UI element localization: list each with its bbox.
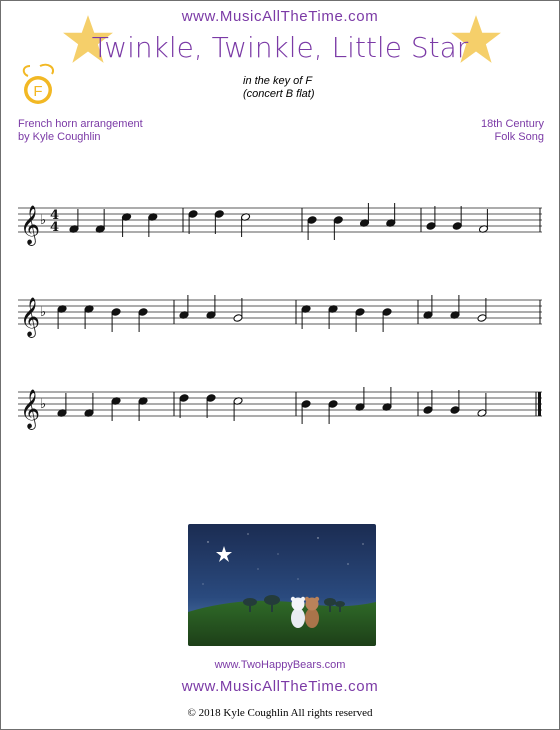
final-thick-barline	[538, 392, 541, 416]
origin-line-2: Folk Song	[494, 131, 544, 143]
night-sky-bears-illustration	[188, 524, 376, 646]
staff-system-2: 𝄞 ♭	[18, 295, 542, 338]
arrangement-credit: French horn arrangement by Kyle Coughlin	[18, 118, 143, 144]
site-url-bottom[interactable]: www.MusicAllTheTime.com	[0, 678, 560, 695]
key-line-1: in the key of F	[243, 75, 313, 87]
flat-sign-icon: ♭	[40, 305, 46, 320]
origin-line-1: 18th Century	[481, 118, 544, 130]
page-title: Twinkle, Twinkle, Little Star	[91, 31, 469, 64]
staff-system-1: 𝄞 ♭ 44	[18, 203, 542, 246]
badge-letter: F	[33, 83, 42, 100]
treble-clef-icon: 𝄞	[20, 297, 40, 338]
arrangement-line-2: by Kyle Coughlin	[18, 131, 101, 143]
staff-system-3: 𝄞 ♭	[18, 387, 542, 430]
arrangement-line-1: French horn arrangement	[18, 118, 143, 130]
origin-credit: 18th Century Folk Song	[481, 118, 544, 144]
treble-clef-icon: 𝄞	[20, 389, 40, 430]
flat-sign-icon: ♭	[40, 213, 46, 228]
flat-sign-icon: ♭	[40, 397, 46, 412]
treble-clef-icon: 𝄞	[20, 205, 40, 246]
two-happy-bears-link[interactable]: www.TwoHappyBears.com	[0, 659, 560, 671]
copyright-notice: © 2018 Kyle Coughlin All rights reserved	[187, 707, 373, 719]
french-horn-icon: F	[22, 63, 54, 104]
key-line-2: (concert B flat)	[243, 88, 315, 100]
time-signature-bottom: 4	[50, 220, 59, 235]
